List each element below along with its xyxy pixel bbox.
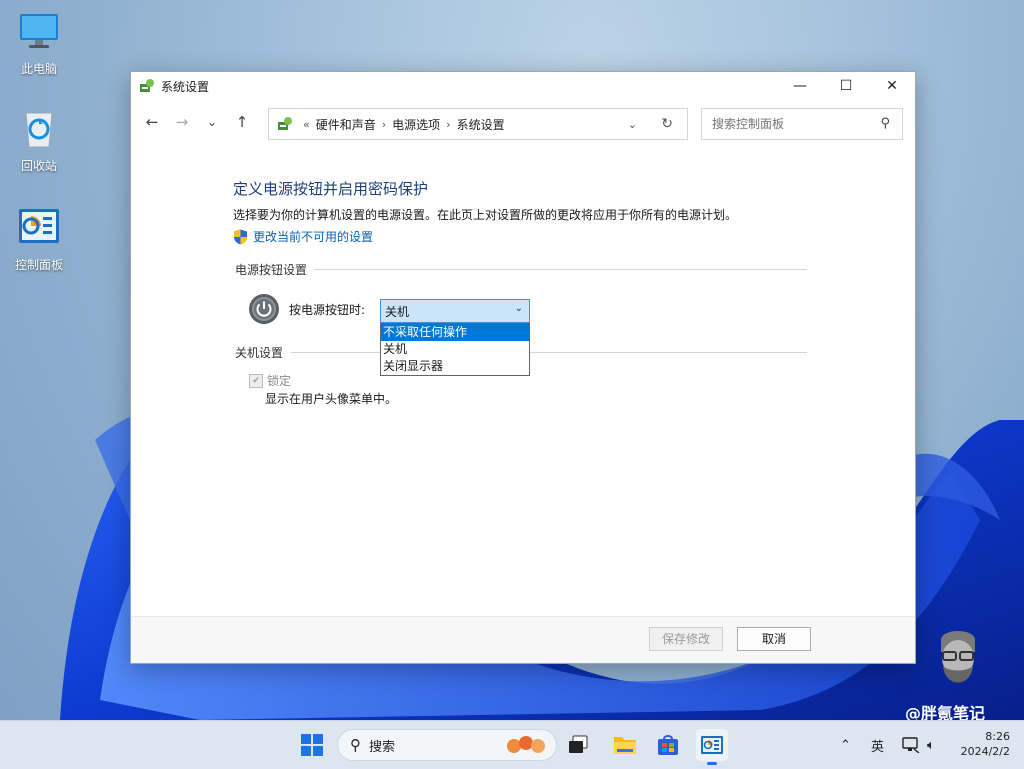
power-options-icon [140, 79, 154, 92]
chevron-right-icon[interactable]: › [446, 118, 450, 131]
store-icon [658, 735, 678, 755]
option-shutdown[interactable]: 关机 [381, 341, 529, 358]
address-bar[interactable]: « 硬件和声音 › 电源选项 › 系统设置 ⌄ ↻ [268, 108, 688, 140]
power-button-section-header: 电源按钮设置 [235, 261, 807, 278]
content-area: 定义电源按钮并启用密码保护 选择要为你的计算机设置的电源设置。在此页上对设置所做… [131, 144, 915, 616]
clock-time: 8:26 [985, 730, 1010, 743]
watermark: @胖氪笔记 [905, 622, 1017, 723]
clock-date: 2024/2/2 [960, 745, 1010, 758]
desktop-icon-label: 控制面板 [14, 258, 63, 272]
option-do-nothing[interactable]: 不采取任何操作 [381, 324, 529, 341]
active-indicator [707, 762, 717, 765]
chevron-down-icon[interactable]: ⌄ [515, 303, 523, 314]
system-settings-window: 系统设置 — ☐ ✕ ← → ⌄ ↑ « 硬件和声音 › 电源选项 › 系统设置… [130, 71, 916, 664]
section-title: 关机设置 [235, 346, 284, 360]
desktop-icon-this-pc[interactable]: 此电脑 [4, 10, 74, 77]
chevron-right-icon[interactable]: › [382, 118, 386, 131]
section-divider [291, 352, 807, 353]
close-button[interactable]: ✕ [869, 72, 915, 100]
forward-button[interactable]: → [167, 113, 197, 131]
page-description: 选择要为你的计算机设置的电源设置。在此页上对设置所做的更改将应用于你所有的电源计… [233, 208, 738, 222]
search-icon: ⚲ [350, 736, 361, 754]
volume-icon[interactable]: 🔈︎ [927, 721, 935, 769]
breadcrumb-overflow[interactable]: « [303, 118, 310, 131]
power-button-action-dropdown: 不采取任何操作 关机 关闭显示器 [380, 323, 530, 376]
navigation-bar: ← → ⌄ ↑ « 硬件和声音 › 电源选项 › 系统设置 ⌄ ↻ ⚲ [131, 100, 915, 144]
option-turn-off-display[interactable]: 关闭显示器 [381, 358, 529, 375]
chevron-down-icon[interactable]: ⌄ [628, 118, 637, 131]
back-button[interactable]: ← [137, 113, 167, 131]
refresh-icon[interactable]: ↻ [661, 116, 673, 132]
ime-indicator[interactable]: 英 [871, 721, 884, 769]
dialog-footer: 保存修改 取消 [131, 616, 915, 663]
clock[interactable]: 8:26 2024/2/2 [961, 729, 1010, 759]
control-panel-icon [19, 209, 59, 243]
windows-logo-icon [301, 734, 323, 756]
breadcrumb-system-settings[interactable]: 系统设置 [457, 116, 505, 133]
desktop-icon-recycle-bin[interactable]: 回收站 [4, 107, 74, 174]
window-title: 系统设置 [161, 79, 210, 94]
task-view-icon [569, 735, 588, 753]
task-view-button[interactable] [562, 729, 594, 761]
uac-shield-icon [234, 229, 247, 244]
search-box[interactable]: ⚲ [701, 108, 903, 140]
network-icon[interactable] [902, 721, 920, 769]
lock-checkbox[interactable]: ✔ [249, 373, 263, 388]
lock-description: 显示在用户头像菜单中。 [265, 392, 398, 406]
breadcrumb-hardware-sound[interactable]: 硬件和声音 [316, 116, 376, 133]
lock-option-row[interactable]: ✔ 锁定 [249, 372, 291, 389]
folder-icon [614, 737, 636, 754]
taskbar: ⚲ 搜索 ⌃ 英 🔈︎ 8:26 2024/2/2 [0, 720, 1024, 769]
power-button-label: 按电源按钮时: [289, 302, 366, 317]
microsoft-store-button[interactable] [652, 729, 684, 761]
search-highlight-icon [507, 736, 545, 753]
breadcrumb-power-options[interactable]: 电源选项 [392, 116, 440, 133]
save-changes-button[interactable]: 保存修改 [649, 627, 723, 651]
up-button[interactable]: ↑ [227, 113, 257, 131]
section-title: 电源按钮设置 [235, 263, 308, 277]
avatar-logo-icon [941, 631, 975, 683]
title-bar[interactable]: 系统设置 — ☐ ✕ [131, 72, 915, 100]
control-panel-icon [701, 736, 723, 754]
page-title: 定义电源按钮并启用密码保护 [233, 180, 429, 198]
recent-locations-button[interactable]: ⌄ [197, 115, 227, 129]
power-button-icon [249, 294, 279, 324]
taskbar-search[interactable]: ⚲ 搜索 [337, 729, 557, 761]
recycle-bin-icon [25, 112, 53, 148]
taskbar-search-text: 搜索 [369, 739, 396, 755]
monitor-icon [20, 14, 58, 48]
network-monitor-icon [902, 737, 920, 753]
maximize-button[interactable]: ☐ [823, 72, 869, 100]
search-icon[interactable]: ⚲ [880, 116, 890, 131]
select-value: 关机 [385, 304, 410, 319]
show-hidden-icons-button[interactable]: ⌃ [840, 721, 851, 769]
desktop-icon-label: 回收站 [20, 159, 57, 173]
power-button-action-select[interactable]: 关机 ⌄ [380, 299, 530, 323]
minimize-button[interactable]: — [777, 72, 823, 100]
cancel-button[interactable]: 取消 [737, 627, 811, 651]
file-explorer-button[interactable] [609, 729, 641, 761]
desktop-icon-control-panel[interactable]: 控制面板 [4, 206, 74, 273]
power-button-row: 按电源按钮时: [248, 293, 365, 325]
section-divider [315, 269, 807, 270]
change-link-text[interactable]: 更改当前不可用的设置 [253, 228, 373, 245]
lock-label: 锁定 [267, 374, 292, 388]
change-unavailable-settings-link[interactable]: 更改当前不可用的设置 [233, 228, 373, 245]
search-input[interactable] [710, 116, 874, 132]
start-button[interactable] [296, 729, 328, 761]
control-panel-taskbar-button[interactable] [696, 729, 728, 765]
desktop-icon-label: 此电脑 [20, 62, 57, 76]
power-options-icon [278, 117, 292, 130]
